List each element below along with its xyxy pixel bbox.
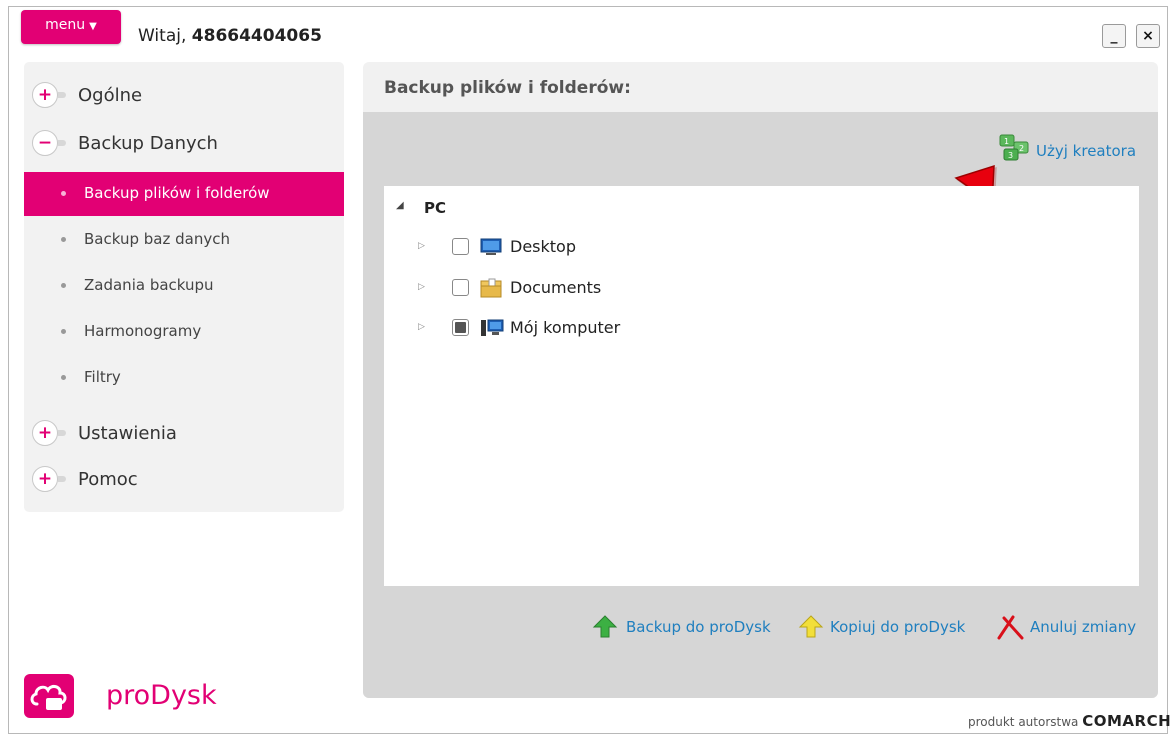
- sidebar-item-label: Filtry: [84, 368, 121, 386]
- bullet-icon: [61, 283, 66, 288]
- username: 48664404065: [191, 26, 322, 46]
- wizard-label: Użyj kreatora: [1036, 142, 1137, 160]
- sidebar-section-backup-danych[interactable]: − Backup Danych: [24, 124, 344, 164]
- footer-prefix: produkt autorstwa: [968, 715, 1079, 729]
- sidebar-item-backup-baz[interactable]: Backup baz danych: [24, 218, 344, 262]
- checkbox[interactable]: [452, 238, 469, 255]
- file-tree: ◢ PC ▷ Desktop ▷ Documents ▷ Mój kompute…: [384, 186, 1139, 586]
- expand-icon: +: [32, 82, 58, 108]
- svg-text:2: 2: [1019, 144, 1024, 153]
- bullet-icon: [61, 191, 66, 196]
- bullet-icon: [61, 329, 66, 334]
- connector: [58, 140, 66, 146]
- cloud-logo-icon: [24, 674, 74, 718]
- expand-triangle-icon[interactable]: ▷: [418, 322, 425, 332]
- yellow-up-arrow-icon: [798, 615, 824, 638]
- sidebar-item-label: Backup baz danych: [84, 230, 230, 248]
- svg-text:3: 3: [1008, 151, 1013, 160]
- action-label: Backup do proDysk: [626, 618, 771, 636]
- sidebar-item-harmonogramy[interactable]: Harmonogramy: [24, 310, 344, 354]
- sidebar-item-filtry[interactable]: Filtry: [24, 356, 344, 400]
- connector: [58, 430, 66, 436]
- welcome-message: Witaj, 48664404065: [138, 26, 322, 46]
- expand-triangle-icon[interactable]: ▷: [418, 241, 425, 251]
- tree-node-label: Mój komputer: [510, 318, 621, 337]
- expand-icon: +: [32, 466, 58, 492]
- sidebar-section-label: Backup Danych: [78, 133, 218, 154]
- copy-to-prodysk-button[interactable]: Kopiuj do proDysk: [798, 614, 978, 640]
- collapse-triangle-icon[interactable]: ◢: [396, 200, 404, 211]
- collapse-icon: −: [32, 130, 58, 156]
- sidebar-section-ustawienia[interactable]: + Ustawienia: [24, 414, 344, 454]
- sidebar-item-backup-plikow[interactable]: Backup plików i folderów: [24, 172, 344, 216]
- brand-name: proDysk: [106, 680, 217, 711]
- action-label: Kopiuj do proDysk: [830, 618, 966, 636]
- tree-node-moj-komputer[interactable]: ▷ Mój komputer: [384, 315, 784, 343]
- sidebar-item-label: Harmonogramy: [84, 322, 202, 340]
- menu-button[interactable]: menu ▼: [21, 10, 121, 44]
- close-icon: ×: [1142, 28, 1154, 44]
- page-title: Backup plików i folderów:: [384, 78, 631, 98]
- sidebar-item-label: Zadania backupu: [84, 276, 214, 294]
- sidebar-section-label: Pomoc: [78, 469, 138, 490]
- wizard-icon: 1 2 3: [999, 134, 1029, 161]
- green-up-arrow-icon: [592, 615, 618, 638]
- svg-text:1: 1: [1004, 137, 1009, 146]
- computer-icon: [481, 319, 504, 336]
- tree-root[interactable]: ◢ PC: [384, 196, 584, 224]
- checkbox[interactable]: [452, 279, 469, 296]
- connector: [58, 92, 66, 98]
- tree-node-label: Desktop: [510, 237, 576, 256]
- expand-triangle-icon[interactable]: ▷: [418, 282, 425, 292]
- expand-icon: +: [32, 420, 58, 446]
- minimize-icon: _: [1110, 28, 1118, 44]
- connector: [58, 476, 66, 482]
- footer-credit: produkt autorstwa COMARCH: [968, 712, 1171, 730]
- caret-down-icon: ▼: [89, 21, 97, 32]
- greeting-text: Witaj,: [138, 26, 187, 46]
- documents-folder-icon: [480, 278, 502, 298]
- comarch-logo: COMARCH: [1082, 712, 1172, 730]
- sidebar-section-pomoc[interactable]: + Pomoc: [24, 460, 344, 500]
- bullet-icon: [61, 237, 66, 242]
- minimize-button[interactable]: _: [1102, 24, 1126, 48]
- tree-root-label: PC: [424, 199, 447, 217]
- desktop-icon: [480, 238, 502, 255]
- backup-to-prodysk-button[interactable]: Backup do proDysk: [592, 614, 792, 640]
- sidebar-section-label: Ogólne: [78, 85, 143, 106]
- cancel-changes-button[interactable]: Anuluj zmiany: [996, 614, 1146, 640]
- checkbox-partial[interactable]: [452, 319, 469, 336]
- action-label: Anuluj zmiany: [1030, 618, 1137, 636]
- tree-node-documents[interactable]: ▷ Documents: [384, 275, 784, 303]
- red-x-icon: [997, 615, 1024, 640]
- sidebar-item-label: Backup plików i folderów: [84, 184, 270, 202]
- close-button[interactable]: ×: [1136, 24, 1160, 48]
- sidebar-section-ogolne[interactable]: + Ogólne: [24, 76, 344, 116]
- bullet-icon: [61, 375, 66, 380]
- tree-node-label: Documents: [510, 278, 602, 297]
- menu-label: menu: [45, 17, 86, 33]
- sidebar-item-zadania[interactable]: Zadania backupu: [24, 264, 344, 308]
- sidebar: + Ogólne − Backup Danych Backup plików i…: [24, 62, 344, 512]
- tree-node-desktop[interactable]: ▷ Desktop: [384, 234, 784, 262]
- sidebar-section-label: Ustawienia: [78, 423, 177, 444]
